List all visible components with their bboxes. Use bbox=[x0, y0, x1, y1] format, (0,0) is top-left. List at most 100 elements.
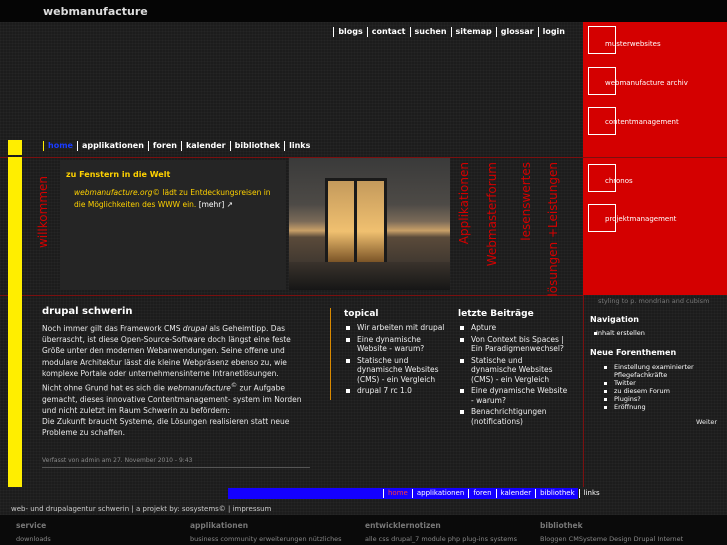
navigation-title: Navigation bbox=[590, 315, 639, 324]
welcome-text: willkommen bbox=[36, 176, 50, 249]
feature-more-link[interactable]: [mehr] ↗ bbox=[199, 200, 233, 209]
footer-credit[interactable]: web- und drupalagentur schwerin | a proj… bbox=[11, 505, 271, 513]
top-nav-glossar[interactable]: glossar bbox=[495, 27, 538, 37]
list-item[interactable]: Statische und dynamische Websites (CMS) … bbox=[458, 356, 570, 385]
link-contentmanagement[interactable]: contentmanagement bbox=[605, 118, 679, 126]
footer-col-links[interactable]: alle css drupal_7 module php plug-ins sy… bbox=[365, 535, 517, 543]
more-link[interactable]: Weiter bbox=[696, 418, 717, 426]
bottom-nav-home[interactable]: home bbox=[383, 489, 412, 498]
sub-nav-links[interactable]: links bbox=[284, 141, 314, 151]
list-item[interactable]: Statische und dynamische Websites (CMS) … bbox=[344, 356, 449, 385]
top-nav-suchen[interactable]: suchen bbox=[409, 27, 451, 37]
link-webmanufacture-archiv[interactable]: webmanufacture archiv bbox=[605, 79, 688, 87]
vert-link-loesungen[interactable]: lösungen +Leistungen bbox=[546, 162, 560, 297]
footer-col-applikationen: applikationen business community erweite… bbox=[190, 521, 342, 543]
text-span: Die Zukunft braucht Systeme, die Lösunge… bbox=[42, 417, 290, 438]
styling-note: styling to p. mondrian and cubism bbox=[598, 297, 710, 305]
bottom-nav-foren[interactable]: foren bbox=[468, 489, 495, 498]
text-emphasis: drupal bbox=[182, 324, 207, 333]
list-item[interactable]: Plugins? bbox=[600, 395, 720, 403]
sub-nav: home applikationen foren kalender biblio… bbox=[43, 141, 314, 151]
list-item[interactable]: drupal 7 rc 1.0 bbox=[344, 386, 449, 396]
bottom-nav-links[interactable]: links bbox=[578, 489, 604, 498]
footer-col-bibliothek: bibliothek Bloggen CMSysteme Design Drup… bbox=[540, 521, 683, 543]
site-name[interactable]: webmanufacture bbox=[43, 5, 148, 18]
feature-lead-link[interactable]: webmanufacture.org© bbox=[74, 188, 160, 197]
sub-nav-applikationen[interactable]: applikationen bbox=[76, 141, 148, 151]
window-image bbox=[325, 178, 387, 268]
nav-create-content[interactable]: Inhalt erstellen bbox=[590, 329, 720, 337]
footer-col-links[interactable]: business community erweiterungen nützlic… bbox=[190, 535, 342, 543]
welcome-vertical: willkommen bbox=[33, 158, 53, 292]
list-item[interactable]: Eine dynamische Website - warum? bbox=[458, 386, 570, 405]
forum-topics-title: Neue Forenthemen bbox=[590, 348, 677, 357]
footer-col-title: service bbox=[16, 521, 47, 530]
feature-box: zu Fenstern in die Welt webmanufacture.o… bbox=[60, 160, 286, 290]
list-item[interactable]: Twitter bbox=[600, 379, 720, 387]
article-meta: Verfasst von admin am 27. November 2010 … bbox=[42, 457, 193, 464]
forum-topics-list: Einstellung examinierter Pflegefachkräft… bbox=[590, 363, 720, 411]
recent-posts-title: letzte Beiträge bbox=[458, 309, 534, 319]
grid-line bbox=[0, 295, 583, 296]
yellow-block bbox=[8, 140, 22, 155]
recent-posts-block: letzte Beiträge Apture Von Context bis S… bbox=[458, 309, 570, 428]
vert-link-applikationen[interactable]: Applikationen bbox=[457, 162, 471, 244]
bottom-nav-applikationen[interactable]: applikationen bbox=[411, 489, 468, 498]
article-paragraph: Noch immer gilt das Framework CMS drupal… bbox=[42, 323, 302, 379]
sub-nav-kalender[interactable]: kalender bbox=[180, 141, 230, 151]
bottom-nav: home applikationen foren kalender biblio… bbox=[383, 489, 604, 498]
list-item[interactable]: Apture bbox=[458, 323, 570, 333]
bottom-nav-kalender[interactable]: kalender bbox=[495, 489, 536, 498]
vert-link-lesenswertes[interactable]: lesenswertes bbox=[519, 162, 533, 241]
footer-col-title: applikationen bbox=[190, 521, 249, 530]
feature-text: webmanufacture.org© lädt zu Entdeckungsr… bbox=[74, 187, 284, 211]
footer-col-title: bibliothek bbox=[540, 521, 583, 530]
topical-title: topical bbox=[344, 309, 379, 319]
list-item[interactable]: Wir arbeiten mit drupal bbox=[344, 323, 449, 333]
link-projektmanagement[interactable]: projektmanagement bbox=[605, 215, 676, 223]
top-nav-sitemap[interactable]: sitemap bbox=[450, 27, 496, 37]
orange-separator bbox=[330, 308, 331, 400]
panel-divider bbox=[583, 157, 727, 158]
yellow-bar bbox=[8, 157, 22, 487]
sidebar: Navigation Inhalt erstellen Neue Forenth… bbox=[590, 315, 720, 411]
list-item[interactable]: Einstellung examinierter Pflegefachkräft… bbox=[600, 363, 720, 379]
article-title[interactable]: drupal schwerin bbox=[42, 306, 133, 317]
list-item[interactable]: Eröffnung bbox=[600, 403, 720, 411]
vert-link-webmasterforum[interactable]: Webmasterforum bbox=[485, 162, 499, 266]
image-ground bbox=[289, 262, 450, 290]
divider bbox=[42, 467, 310, 468]
top-nav-blogs[interactable]: blogs bbox=[333, 27, 366, 37]
list-item[interactable]: Von Context bis Spaces | Ein Paradigmenw… bbox=[458, 335, 570, 354]
vertical-links: Applikationen Webmasterforum lesenswerte… bbox=[455, 158, 580, 297]
top-nav: blogs contact suchen sitemap glossar log… bbox=[333, 27, 569, 37]
bottom-nav-bibliothek[interactable]: bibliothek bbox=[535, 489, 579, 498]
article-paragraph: Nicht ohne Grund hat es sich die webmanu… bbox=[42, 380, 302, 439]
footer-col-links[interactable]: Bloggen CMSysteme Design Drupal Internet bbox=[540, 535, 683, 543]
top-nav-login[interactable]: login bbox=[537, 27, 569, 37]
recent-posts-list: Apture Von Context bis Spaces | Ein Para… bbox=[458, 323, 570, 426]
footer-col-entwicklernotizen: entwicklernotizen alle css drupal_7 modu… bbox=[365, 521, 517, 543]
topical-list: Wir arbeiten mit drupal Eine dynamische … bbox=[344, 323, 449, 396]
navigation-list: Inhalt erstellen bbox=[590, 329, 720, 337]
feature-title: zu Fenstern in die Welt bbox=[66, 170, 171, 179]
text-span: Nicht ohne Grund hat es sich die bbox=[42, 383, 168, 393]
list-item[interactable]: Eine dynamische Website - warum? bbox=[344, 335, 449, 354]
footer-strip: service downloads applikationen business… bbox=[0, 515, 727, 545]
link-musterwebsites[interactable]: musterwebsites bbox=[605, 40, 661, 48]
sub-nav-foren[interactable]: foren bbox=[147, 141, 181, 151]
text-span: Noch immer gilt das Framework CMS bbox=[42, 324, 183, 333]
article-body: Noch immer gilt das Framework CMS drupal… bbox=[42, 323, 302, 440]
sub-nav-bibliothek[interactable]: bibliothek bbox=[229, 141, 284, 151]
list-item[interactable]: zu diesem Forum bbox=[600, 387, 720, 395]
text-emphasis: webmanufacture bbox=[167, 383, 231, 393]
top-nav-contact[interactable]: contact bbox=[366, 27, 410, 37]
list-item[interactable]: Benachrichtigungen (notifications) bbox=[458, 407, 570, 426]
topical-block: topical Wir arbeiten mit drupal Eine dyn… bbox=[344, 309, 449, 398]
footer-col-service: service downloads bbox=[16, 521, 51, 543]
sub-nav-home[interactable]: home bbox=[43, 141, 77, 151]
footer-col-title: entwicklernotizen bbox=[365, 521, 441, 530]
footer-col-links[interactable]: downloads bbox=[16, 535, 51, 543]
red-link-panel: musterwebsites webmanufacture archiv con… bbox=[583, 22, 727, 295]
link-chronos[interactable]: chronos bbox=[605, 177, 633, 185]
